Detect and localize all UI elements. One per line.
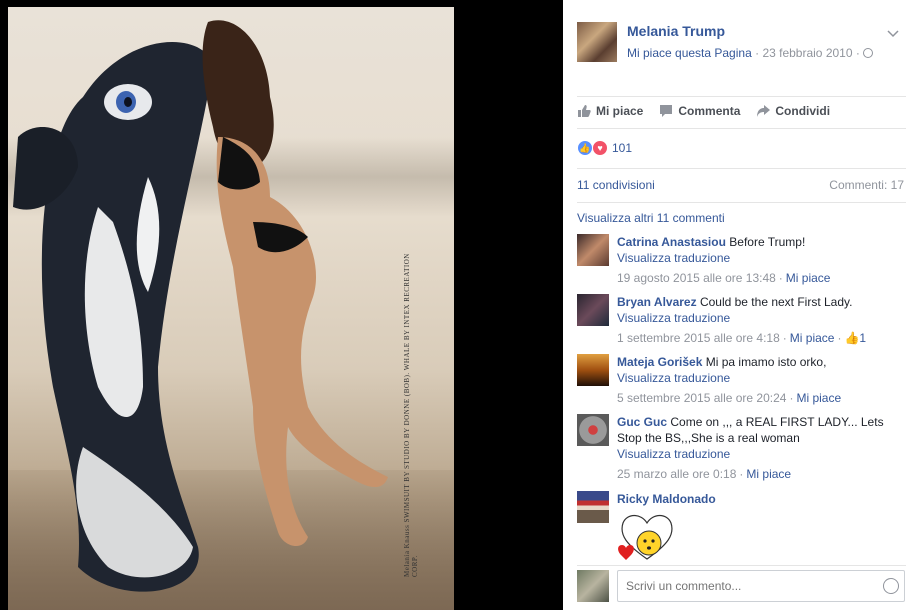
avatar[interactable] bbox=[577, 414, 609, 446]
comment-label: Commenta bbox=[678, 104, 741, 118]
share-label: Condividi bbox=[775, 104, 831, 118]
comment-like-link[interactable]: Mi piace bbox=[796, 391, 841, 405]
comment: Bryan Alvarez Could be the next First La… bbox=[577, 294, 907, 346]
comment-like-link[interactable]: Mi piace bbox=[746, 467, 791, 481]
comment-time[interactable]: 1 settembre 2015 alle ore 4:18 bbox=[617, 331, 780, 345]
reply-box bbox=[577, 570, 907, 602]
divider bbox=[577, 565, 906, 566]
divider bbox=[577, 128, 906, 129]
comment-author[interactable]: Mateja Gorišek bbox=[617, 355, 702, 369]
post-panel: Melania Trump Mi piace questa Pagina · 2… bbox=[563, 0, 920, 610]
photo-viewer: Melania Knauss SWIMSUIT BY STUDIO BY DON… bbox=[0, 0, 563, 610]
comment-author[interactable]: Guc Guc bbox=[617, 415, 667, 429]
comment-text: Mi pa imamo isto orko, bbox=[705, 355, 827, 369]
divider bbox=[577, 168, 906, 169]
avatar[interactable] bbox=[577, 294, 609, 326]
thumbs-up-icon bbox=[578, 105, 591, 117]
page-avatar[interactable] bbox=[577, 22, 617, 62]
love-reaction-icon: ♥ bbox=[592, 140, 608, 156]
share-icon bbox=[757, 105, 771, 117]
comment-text: Before Trump! bbox=[729, 235, 806, 249]
comment-time[interactable]: 19 agosto 2015 alle ore 13:48 bbox=[617, 271, 776, 285]
post-photo[interactable]: Melania Knauss SWIMSUIT BY STUDIO BY DON… bbox=[8, 7, 454, 610]
reactions-summary[interactable]: 👍 ♥ 101 bbox=[577, 140, 632, 156]
comment-author[interactable]: Ricky Maldonado bbox=[617, 492, 716, 506]
photo-caption: Melania Knauss SWIMSUIT BY STUDIO BY DON… bbox=[403, 253, 419, 577]
comment: Guc Guc Come on ,,, a REAL FIRST LADY...… bbox=[577, 414, 907, 484]
globe-icon bbox=[863, 48, 874, 58]
comment-author[interactable]: Bryan Alvarez bbox=[617, 295, 697, 309]
chevron-down-icon[interactable] bbox=[886, 26, 900, 40]
avatar[interactable] bbox=[577, 234, 609, 266]
see-translation-link[interactable]: Visualizza traduzione bbox=[617, 370, 907, 386]
post-actions: Mi piace Commenta Condividi bbox=[577, 104, 830, 118]
avatar bbox=[577, 570, 609, 602]
divider bbox=[577, 202, 906, 203]
emoji-icon[interactable] bbox=[883, 578, 899, 594]
comment-like-link[interactable]: Mi piace bbox=[790, 331, 835, 345]
comment-button[interactable]: Commenta bbox=[659, 104, 740, 118]
comment-author[interactable]: Catrina Anastasiou bbox=[617, 235, 726, 249]
reaction-count: 101 bbox=[612, 141, 633, 155]
share-button[interactable]: Condividi bbox=[756, 104, 830, 118]
comment-input[interactable] bbox=[617, 570, 905, 602]
meta-separator: · bbox=[755, 46, 760, 60]
see-translation-link[interactable]: Visualizza traduzione bbox=[617, 250, 907, 266]
like-page-link[interactable]: Mi piace questa Pagina bbox=[627, 46, 752, 60]
view-more-comments[interactable]: Visualizza altri 11 commenti bbox=[577, 211, 725, 225]
avatar[interactable] bbox=[577, 354, 609, 386]
shares-count[interactable]: 11 condivisioni bbox=[577, 178, 655, 192]
like-label: Mi piace bbox=[596, 104, 644, 118]
post-meta: Mi piace questa Pagina · 23 febbraio 201… bbox=[627, 46, 874, 60]
like-reaction-icon: 👍 bbox=[577, 140, 593, 156]
meta-separator-2: · bbox=[855, 46, 860, 60]
comment: Catrina Anastasiou Before Trump! Visuali… bbox=[577, 234, 907, 286]
comment-time[interactable]: 5 settembre 2015 alle ore 20:24 bbox=[617, 391, 786, 405]
post-date[interactable]: 23 febbraio 2010 bbox=[762, 46, 852, 60]
page-name[interactable]: Melania Trump bbox=[627, 23, 725, 39]
model-figure bbox=[202, 20, 388, 547]
divider bbox=[577, 96, 906, 97]
comment-like-link[interactable]: Mi piace bbox=[786, 271, 831, 285]
avatar[interactable] bbox=[577, 491, 609, 523]
see-translation-link[interactable]: Visualizza traduzione bbox=[617, 446, 907, 462]
comment-icon bbox=[660, 105, 673, 117]
comment-time[interactable]: 25 marzo alle ore 0:18 bbox=[617, 467, 736, 481]
comment: Ricky Maldonado bbox=[577, 491, 907, 563]
comment-likes-count: 1 bbox=[859, 331, 867, 345]
comment-likes[interactable]: 👍1 bbox=[844, 331, 866, 345]
comments-count: Commenti: 17 bbox=[829, 178, 904, 192]
heart-smiley-sticker bbox=[617, 511, 677, 563]
see-translation-link[interactable]: Visualizza traduzione bbox=[617, 310, 907, 326]
comment-text: Could be the next First Lady. bbox=[699, 295, 853, 309]
comment: Mateja Gorišek Mi pa imamo isto orko, Vi… bbox=[577, 354, 907, 406]
like-button[interactable]: Mi piace bbox=[577, 104, 643, 118]
